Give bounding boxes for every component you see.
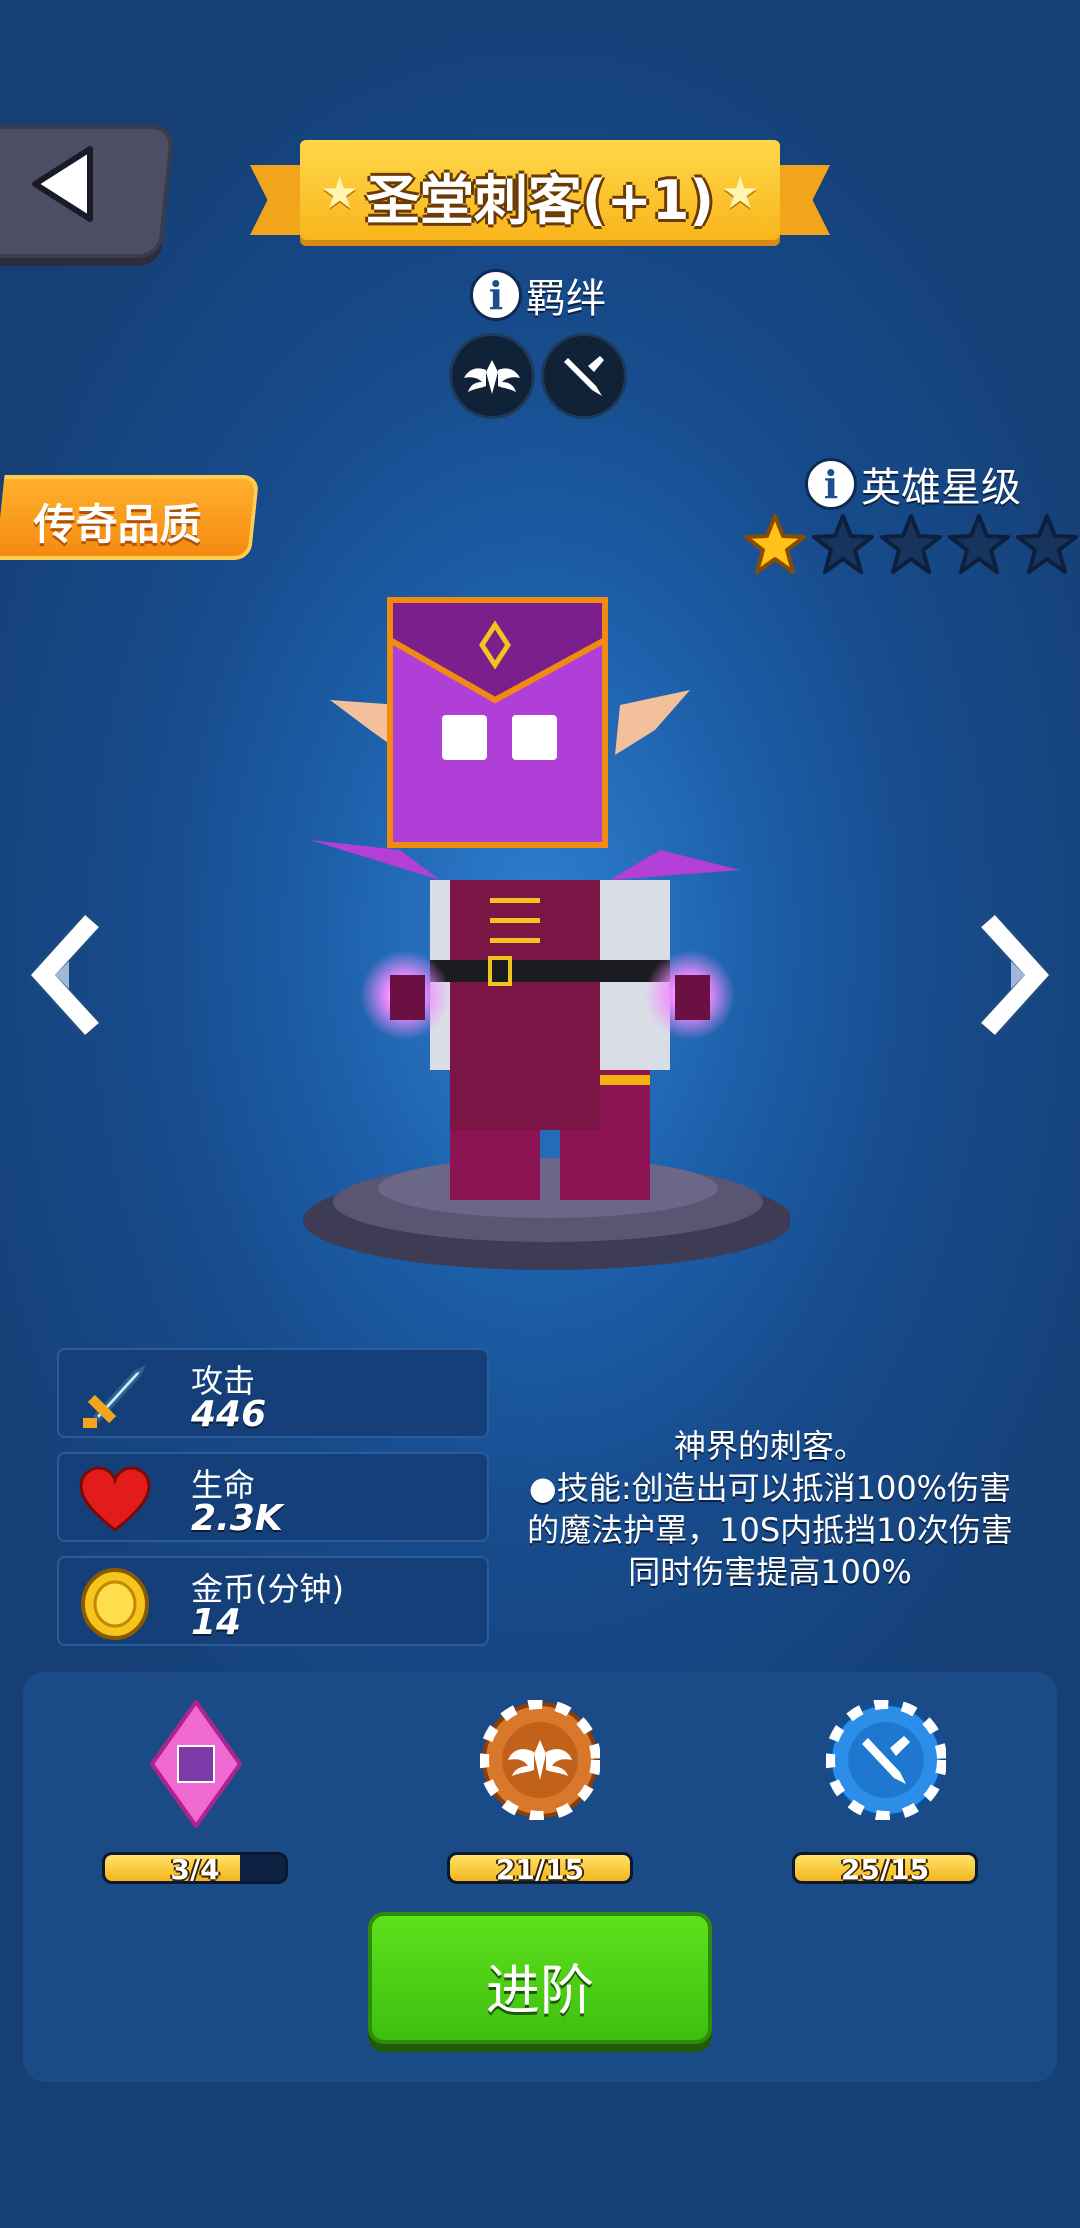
- advance-button-label: 进阶: [486, 1959, 594, 2022]
- material-progress-bar: 25/15: [792, 1852, 978, 1884]
- banner-star-icon: ★: [720, 168, 760, 219]
- winged-emblem-chip-icon[interactable]: [480, 1700, 600, 1820]
- bond-header[interactable]: i 羁绊: [470, 265, 606, 325]
- stat-gold: 金币(分钟) 14: [57, 1556, 489, 1646]
- dagger-chip-icon[interactable]: [826, 1700, 946, 1820]
- stat-gold-value: 14: [191, 1602, 242, 1643]
- hero-description: 神界的刺客。 ●技能:创造出可以抵消100%伤害的魔法护罩，10S内抵挡10次伤…: [520, 1425, 1020, 1593]
- material-progress-bar: 21/15: [447, 1852, 633, 1884]
- material-progress-text: 3/4: [170, 1853, 220, 1884]
- info-icon[interactable]: i: [805, 458, 857, 510]
- back-button[interactable]: [0, 125, 175, 258]
- back-arrow-icon: [32, 146, 93, 222]
- hero-star-label: 英雄星级: [861, 465, 1021, 511]
- previous-hero-arrow-icon[interactable]: [25, 905, 105, 1045]
- stat-health-value: 2.3K: [191, 1498, 283, 1539]
- quality-label: 传奇品质: [33, 500, 202, 549]
- hero-star-rating: [742, 512, 1080, 578]
- star-empty-icon: [1016, 514, 1078, 574]
- gold-coin-icon: [81, 1568, 149, 1640]
- star-empty-icon: [948, 514, 1010, 574]
- hero-shard-icon[interactable]: [148, 1700, 244, 1828]
- stat-health: 生命 2.3K: [57, 1452, 489, 1542]
- hero-name: 圣堂刺客(+1): [365, 169, 715, 232]
- sword-icon: [83, 1364, 147, 1428]
- stat-attack-value: 446: [191, 1394, 267, 1435]
- bond-label: 羁绊: [526, 276, 606, 322]
- material-progress-bar: 3/4: [102, 1852, 288, 1884]
- star-filled-icon: [744, 514, 806, 574]
- advance-button[interactable]: 进阶: [368, 1912, 712, 2044]
- material-progress-text: 25/15: [840, 1853, 930, 1884]
- title-banner: ★ 圣堂刺客(+1) ★: [250, 140, 830, 250]
- dagger-icon[interactable]: [541, 333, 627, 419]
- banner-plate: ★ 圣堂刺客(+1) ★: [300, 140, 780, 240]
- description-line-1: 神界的刺客。: [673, 1427, 866, 1465]
- star-empty-icon: [812, 514, 874, 574]
- hero-star-header[interactable]: i 英雄星级: [805, 455, 1021, 513]
- info-icon[interactable]: i: [470, 269, 522, 321]
- star-empty-icon: [880, 514, 942, 574]
- heart-icon: [79, 1466, 151, 1532]
- winged-emblem-icon[interactable]: [449, 333, 535, 419]
- quality-tag: 传奇品质: [0, 475, 260, 560]
- hero-character-model: [303, 597, 790, 1270]
- description-skill: ●技能:创造出可以抵消100%伤害的魔法护罩，10S内抵挡10次伤害同时伤害提高…: [527, 1469, 1013, 1591]
- material-progress-text: 21/15: [495, 1853, 585, 1884]
- next-hero-arrow-icon[interactable]: [975, 905, 1055, 1045]
- stat-attack: 攻击 446: [57, 1348, 489, 1438]
